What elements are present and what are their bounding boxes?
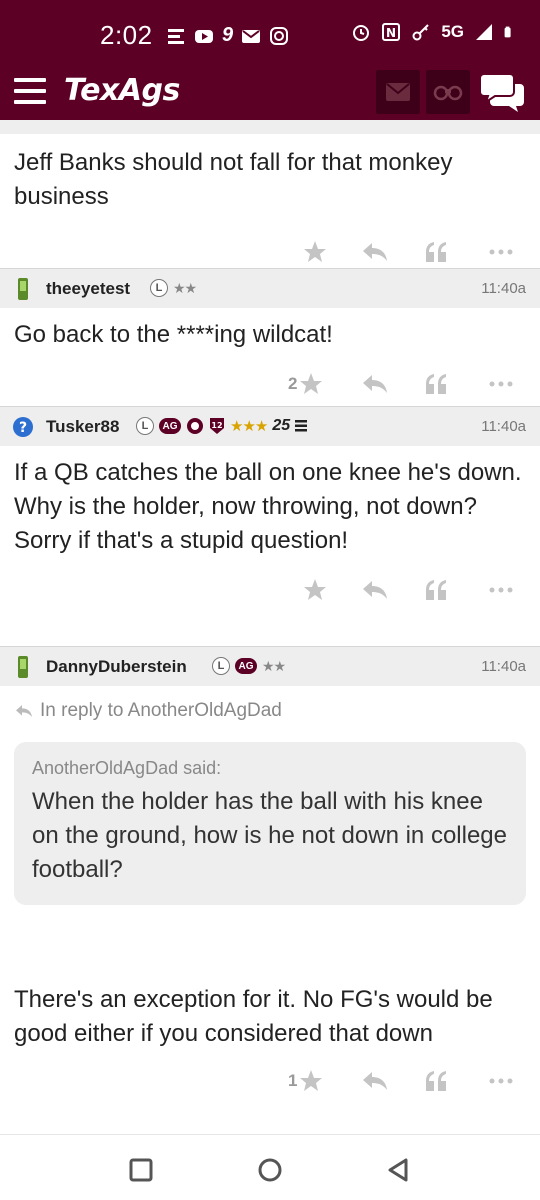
back-button[interactable] bbox=[384, 1155, 414, 1185]
nfc-icon: N bbox=[382, 23, 401, 41]
like-count: 2 bbox=[288, 374, 298, 393]
menu-button[interactable] bbox=[14, 78, 46, 104]
reply-to-label: In reply to AnotherOldAgDad bbox=[40, 700, 282, 721]
app-header: TexAgs bbox=[0, 64, 540, 120]
home-button[interactable] bbox=[255, 1155, 285, 1185]
more-icon[interactable] bbox=[488, 240, 514, 264]
signal-icon bbox=[476, 24, 492, 40]
svg-text:N: N bbox=[386, 26, 396, 40]
chat-button[interactable] bbox=[479, 72, 526, 112]
key-icon bbox=[412, 24, 430, 41]
post-body: There's an exception for it. No FG's wou… bbox=[14, 986, 493, 1047]
post-body: If a QB catches the ball on one knee he'… bbox=[14, 459, 522, 554]
post-header: DannyDuberstein L AG ★★ 11:40a bbox=[0, 646, 540, 686]
user-badges: L ★★ bbox=[150, 279, 197, 297]
more-icon[interactable] bbox=[488, 372, 514, 396]
quote-icon[interactable] bbox=[424, 1069, 448, 1093]
binoculars-icon bbox=[433, 85, 463, 101]
chat-bubbles-icon bbox=[479, 73, 524, 112]
post-time: 11:40a bbox=[481, 280, 526, 297]
youtube-icon bbox=[195, 29, 213, 43]
badge-ag: AG bbox=[159, 418, 181, 434]
inbox-button[interactable] bbox=[376, 70, 420, 114]
post-header-partial bbox=[0, 120, 540, 134]
username[interactable]: Tusker88 bbox=[46, 417, 119, 437]
rank: 25 bbox=[272, 417, 291, 434]
like-button[interactable]: 2 bbox=[288, 372, 323, 396]
quote-icon[interactable] bbox=[424, 578, 448, 602]
like-button[interactable]: 1 bbox=[288, 1069, 323, 1093]
like-count: 1 bbox=[288, 1071, 298, 1090]
star-icon bbox=[300, 1070, 323, 1091]
quote-icon[interactable] bbox=[424, 372, 448, 396]
status-time: 2:02 bbox=[100, 20, 153, 50]
network-type: 5G bbox=[441, 22, 464, 41]
post: ? Tusker88 L AG 12 ★★★ 25 11:40a If a QB… bbox=[0, 406, 540, 620]
star-icon bbox=[300, 373, 323, 394]
notification-icon bbox=[168, 28, 184, 44]
quote-icon[interactable] bbox=[424, 240, 448, 264]
user-badges: L AG ★★ bbox=[212, 657, 286, 675]
post-time: 11:40a bbox=[481, 418, 526, 435]
watchlist-button[interactable] bbox=[426, 70, 470, 114]
star-icon[interactable] bbox=[303, 578, 327, 602]
username[interactable]: DannyDuberstein bbox=[46, 657, 187, 677]
reply-icon[interactable] bbox=[362, 372, 388, 396]
recents-button[interactable] bbox=[126, 1155, 156, 1185]
brand-logo[interactable]: TexAgs bbox=[64, 73, 180, 108]
rank-bars-icon bbox=[295, 420, 308, 432]
phone-user-icon bbox=[18, 656, 28, 678]
battery-icon bbox=[504, 26, 511, 38]
system-icons: N 5G bbox=[351, 22, 516, 42]
star-icon[interactable] bbox=[303, 240, 327, 264]
system-nav-bar bbox=[0, 1134, 540, 1200]
post-actions: 1 bbox=[0, 1051, 540, 1107]
mail-icon bbox=[242, 29, 261, 43]
post-actions: 2 bbox=[0, 352, 540, 410]
reply-icon[interactable] bbox=[362, 1069, 388, 1093]
logo-badge-icon bbox=[187, 418, 203, 434]
post: Jeff Banks should not fall for that monk… bbox=[0, 134, 540, 278]
quote-author: AnotherOldAgDad said: bbox=[32, 758, 222, 778]
phone-user-icon bbox=[18, 278, 28, 300]
thread-feed[interactable]: Jeff Banks should not fall for that monk… bbox=[0, 120, 540, 1134]
badge-ag: AG bbox=[235, 658, 257, 674]
svg-text:?: ? bbox=[19, 420, 27, 436]
post-header: theeyetest L ★★ 11:40a bbox=[0, 268, 540, 308]
badge-l: L bbox=[212, 657, 230, 675]
post-actions bbox=[0, 558, 540, 620]
username[interactable]: theeyetest bbox=[46, 279, 130, 299]
reply-icon[interactable] bbox=[362, 240, 388, 264]
envelope-icon bbox=[386, 83, 410, 101]
badge-l: L bbox=[136, 417, 154, 435]
more-icon[interactable] bbox=[488, 578, 514, 602]
user-badges: L AG 12 ★★★ 25 bbox=[136, 417, 308, 435]
instagram-icon bbox=[270, 26, 289, 45]
alarm-icon bbox=[353, 25, 370, 41]
reply-to-link[interactable]: In reply to AnotherOldAgDad bbox=[0, 686, 540, 722]
twelfth-man-badge: 12 bbox=[210, 418, 224, 434]
post: DannyDuberstein L AG ★★ 11:40a In reply … bbox=[0, 646, 540, 1107]
svg-text:12: 12 bbox=[211, 421, 222, 430]
badge-l: L bbox=[150, 279, 168, 297]
post-time: 11:40a bbox=[481, 658, 526, 675]
star-rating: ★★ bbox=[173, 279, 197, 296]
star-rating: ★★★ bbox=[230, 418, 268, 435]
nine-icon: 9 bbox=[222, 24, 234, 46]
more-icon[interactable] bbox=[488, 1069, 514, 1093]
post-header: ? Tusker88 L AG 12 ★★★ 25 11:40a bbox=[0, 406, 540, 446]
quote-text: When the holder has the ball with his kn… bbox=[32, 788, 507, 883]
question-user-icon: ? bbox=[13, 417, 33, 437]
status-bar: 2:02 9 N 5G bbox=[0, 0, 540, 64]
post: theeyetest L ★★ 11:40a Go back to the **… bbox=[0, 268, 540, 410]
reply-icon[interactable] bbox=[362, 578, 388, 602]
notification-icons: 9 bbox=[166, 24, 289, 47]
post-body: Jeff Banks should not fall for that monk… bbox=[14, 149, 453, 210]
post-body: Go back to the ****ing wildcat! bbox=[14, 321, 333, 348]
quote-block: AnotherOldAgDad said: When the holder ha… bbox=[14, 742, 526, 905]
star-rating: ★★ bbox=[262, 657, 286, 674]
reply-arrow-icon bbox=[16, 705, 32, 717]
